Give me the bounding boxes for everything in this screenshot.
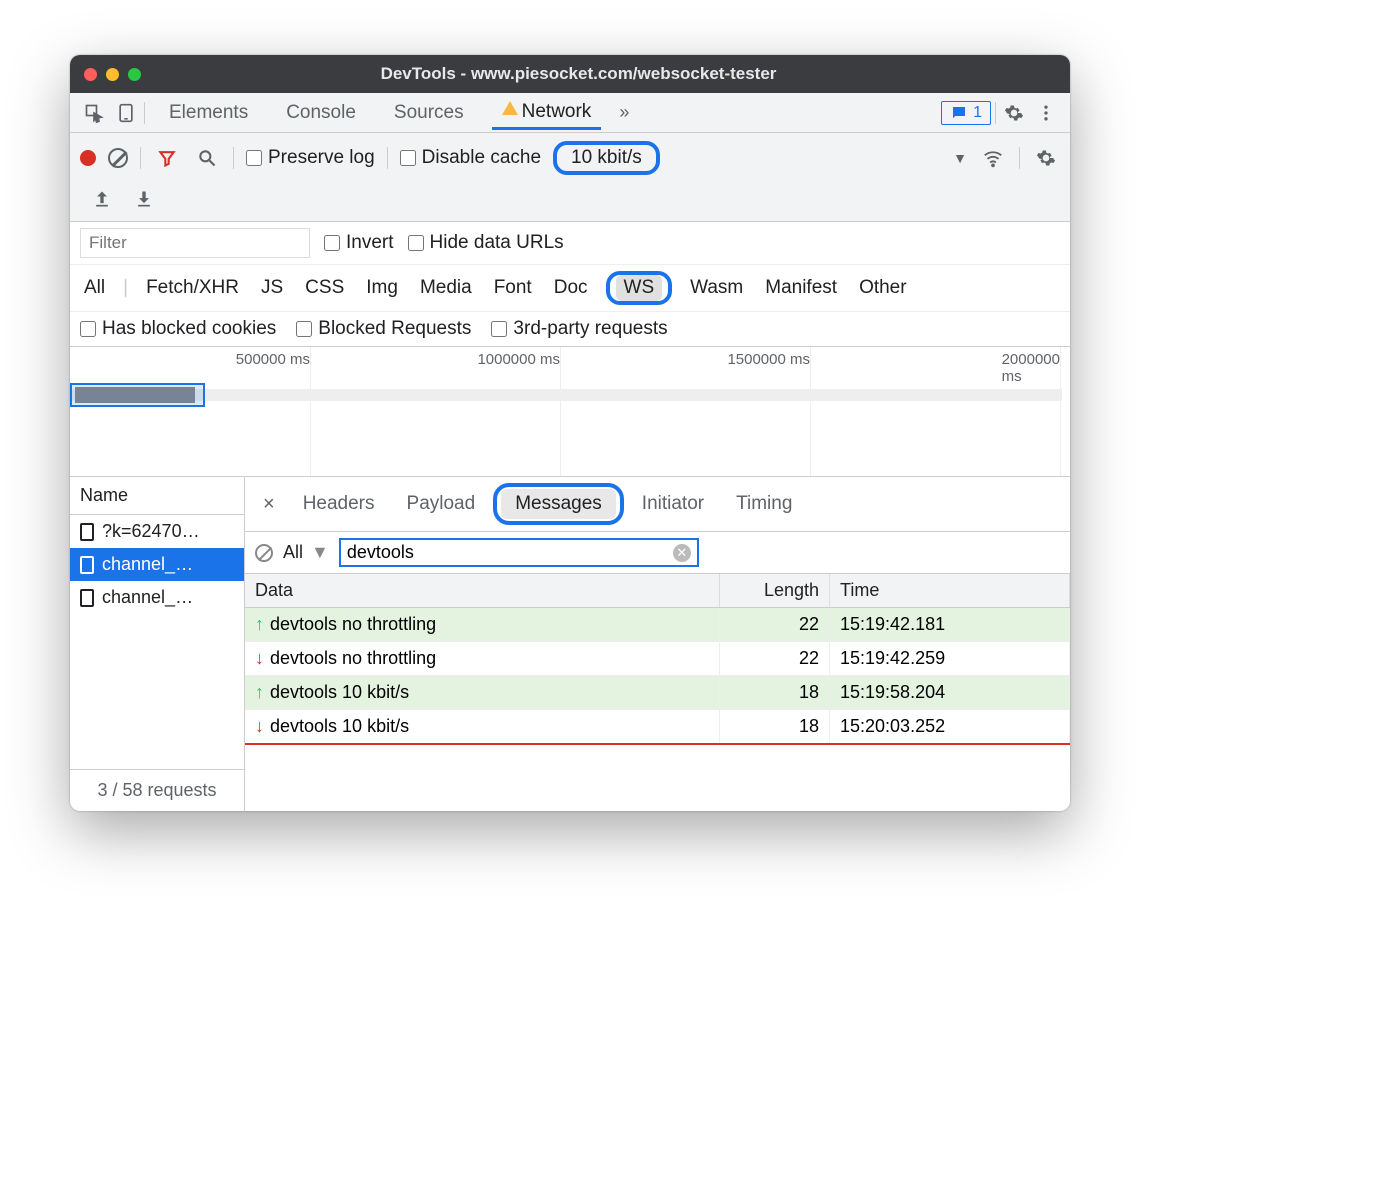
- tab-timing[interactable]: Timing: [722, 489, 806, 519]
- device-toggle-icon[interactable]: [112, 99, 140, 127]
- col-time[interactable]: Time: [830, 574, 1070, 608]
- message-row[interactable]: ↑devtools 10 kbit/s 18 15:19:58.204: [245, 676, 1070, 710]
- arrow-up-icon: ↑: [255, 682, 264, 702]
- request-count-footer: 3 / 58 requests: [70, 769, 244, 811]
- col-length[interactable]: Length: [720, 574, 830, 608]
- search-icon[interactable]: [193, 144, 221, 172]
- type-all[interactable]: All: [80, 275, 109, 301]
- tab-sources[interactable]: Sources: [384, 96, 474, 130]
- arrow-down-icon: ↓: [255, 716, 264, 736]
- type-css[interactable]: CSS: [301, 275, 348, 301]
- type-img[interactable]: Img: [362, 275, 402, 301]
- additional-filters: Has blocked cookies Blocked Requests 3rd…: [70, 312, 1070, 347]
- type-doc[interactable]: Doc: [550, 275, 592, 301]
- timeline-tick: 1500000 ms: [727, 351, 810, 368]
- tab-elements[interactable]: Elements: [159, 96, 258, 130]
- filter-bar: Invert Hide data URLs: [70, 222, 1070, 265]
- timeline-overview[interactable]: 500000 ms 1000000 ms 1500000 ms 2000000 …: [70, 347, 1070, 477]
- clear-filter-icon[interactable]: ✕: [673, 544, 691, 562]
- maximize-window-icon[interactable]: [128, 68, 141, 81]
- network-toolbar: Preserve log Disable cache 10 kbit/s ▼: [70, 133, 1070, 222]
- message-row[interactable]: ↑devtools no throttling 22 15:19:42.181: [245, 608, 1070, 642]
- type-other[interactable]: Other: [855, 275, 911, 301]
- arrow-up-icon: ↑: [255, 614, 264, 634]
- close-detail-icon[interactable]: ×: [253, 493, 285, 516]
- tab-messages[interactable]: Messages: [493, 483, 624, 525]
- document-icon: [80, 589, 94, 607]
- titlebar: DevTools - www.piesocket.com/websocket-t…: [70, 55, 1070, 93]
- minimize-window-icon[interactable]: [106, 68, 119, 81]
- disable-cache-checkbox[interactable]: Disable cache: [400, 147, 541, 169]
- type-manifest[interactable]: Manifest: [761, 275, 841, 301]
- warning-icon: [502, 101, 518, 115]
- filter-toggle-icon[interactable]: [153, 144, 181, 172]
- tab-headers[interactable]: Headers: [289, 489, 389, 519]
- message-row[interactable]: ↓devtools 10 kbit/s 18 15:20:03.252: [245, 710, 1070, 745]
- type-fetchxhr[interactable]: Fetch/XHR: [142, 275, 243, 301]
- request-row[interactable]: ?k=62470…: [70, 515, 244, 548]
- timeline-tick: 500000 ms: [236, 351, 310, 368]
- issues-badge[interactable]: 1: [941, 101, 991, 125]
- timeline-tick: 2000000 ms: [1002, 351, 1060, 385]
- type-font[interactable]: Font: [490, 275, 536, 301]
- type-wasm[interactable]: Wasm: [686, 275, 747, 301]
- clear-button[interactable]: [108, 148, 128, 168]
- tab-payload[interactable]: Payload: [393, 489, 490, 519]
- split-panel: Name ?k=62470… channel_… channel_… 3 / 5…: [70, 477, 1070, 811]
- message-row[interactable]: ↓devtools no throttling 22 15:19:42.259: [245, 642, 1070, 676]
- messages-table: Data Length Time ↑devtools no throttling…: [245, 574, 1070, 745]
- requests-list: Name ?k=62470… channel_… channel_… 3 / 5…: [70, 477, 245, 811]
- main-tabs-row: Elements Console Sources Network » 1: [70, 93, 1070, 133]
- more-tabs-icon[interactable]: »: [619, 102, 629, 123]
- document-icon: [80, 556, 94, 574]
- request-row[interactable]: channel_…: [70, 581, 244, 614]
- third-party-checkbox[interactable]: 3rd-party requests: [491, 318, 667, 340]
- tab-network[interactable]: Network: [492, 95, 602, 130]
- arrow-down-icon: ↓: [255, 648, 264, 668]
- col-data[interactable]: Data: [245, 574, 720, 608]
- name-column-header[interactable]: Name: [70, 477, 244, 515]
- blocked-cookies-checkbox[interactable]: Has blocked cookies: [80, 318, 276, 340]
- request-detail-panel: × Headers Payload Messages Initiator Tim…: [245, 477, 1070, 811]
- import-har-icon[interactable]: [130, 185, 158, 213]
- detail-tabs: × Headers Payload Messages Initiator Tim…: [245, 477, 1070, 532]
- message-type-select[interactable]: All▼: [283, 542, 329, 563]
- request-row[interactable]: channel_…: [70, 548, 244, 581]
- export-har-icon[interactable]: [88, 185, 116, 213]
- network-settings-icon[interactable]: [1032, 144, 1060, 172]
- document-icon: [80, 523, 94, 541]
- hide-data-urls-checkbox[interactable]: Hide data URLs: [408, 232, 564, 254]
- type-media[interactable]: Media: [416, 275, 476, 301]
- record-button[interactable]: [80, 150, 96, 166]
- window-title: DevTools - www.piesocket.com/websocket-t…: [141, 64, 1016, 84]
- throttling-select[interactable]: 10 kbit/s: [553, 141, 660, 175]
- settings-gear-icon[interactable]: [1000, 99, 1028, 127]
- message-filter-input[interactable]: ✕: [339, 538, 699, 567]
- type-ws[interactable]: WS: [606, 271, 673, 305]
- resource-type-filters: All | Fetch/XHR JS CSS Img Media Font Do…: [70, 265, 1070, 312]
- blocked-requests-checkbox[interactable]: Blocked Requests: [296, 318, 471, 340]
- tab-console[interactable]: Console: [276, 96, 366, 130]
- devtools-window: DevTools - www.piesocket.com/websocket-t…: [70, 55, 1070, 811]
- throttling-caret-icon[interactable]: ▼: [953, 150, 967, 166]
- tab-initiator[interactable]: Initiator: [628, 489, 718, 519]
- inspect-element-icon[interactable]: [80, 99, 108, 127]
- preserve-log-checkbox[interactable]: Preserve log: [246, 147, 375, 169]
- close-window-icon[interactable]: [84, 68, 97, 81]
- network-conditions-icon[interactable]: [979, 144, 1007, 172]
- timeline-tick: 1000000 ms: [477, 351, 560, 368]
- invert-checkbox[interactable]: Invert: [324, 232, 394, 254]
- filter-input[interactable]: [80, 228, 310, 258]
- clear-messages-icon[interactable]: [255, 544, 273, 562]
- more-menu-icon[interactable]: [1032, 99, 1060, 127]
- messages-toolbar: All▼ ✕: [245, 532, 1070, 574]
- type-js[interactable]: JS: [257, 275, 287, 301]
